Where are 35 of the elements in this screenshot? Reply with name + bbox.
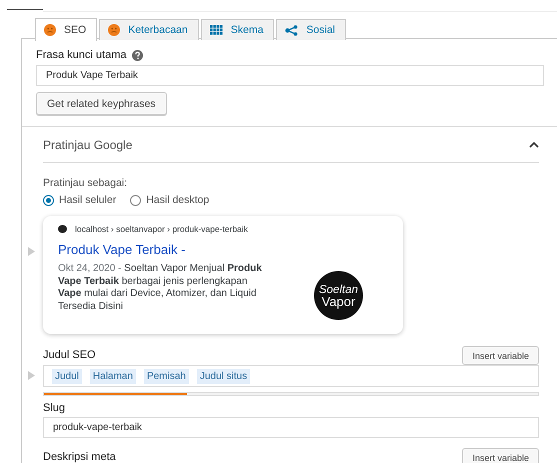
radio-label: Hasil desktop [146,194,210,206]
variable-tag: Pemisah [144,368,189,384]
result-title[interactable]: Produk Vape Terbaik - [58,242,186,257]
grid-icon [210,25,223,35]
snippet-description: Okt 24, 2020 - Soeltan Vapor Menjual Produk Vape Terbaik berbagai jenis perlengkapan Vape mulai dari Device, Atomizer, dan Liquid Tersedia Disini [58,263,262,314]
insert-variable-button[interactable]: Insert variable [462,448,539,463]
field-label: Frasa kunci utama [36,49,126,61]
section-title: Pratinjau Google [43,138,132,152]
tab[interactable]: Skema [200,19,274,40]
share-icon [285,24,298,36]
chevron-icon[interactable] [529,141,539,148]
help-icon [132,50,144,60]
insert-variable-button[interactable]: Insert variable [462,346,539,365]
variable-tag: Judul situs [196,368,250,384]
field-label: Judul SEO [43,349,96,361]
tab[interactable]: Sosial [276,19,346,40]
triangle-icon [28,371,35,380]
radio-button[interactable] [43,194,54,206]
breadcrumb: localhost › soeltanvapor › produk-vape-terbaik [75,224,248,234]
tab[interactable]: SEO [35,18,98,41]
variable-tag: Halaman [90,368,136,384]
keyphrase-field[interactable]: Produk Vape Terbaik [36,65,544,86]
seo-title-field[interactable]: Judul Halaman Pemisah Judul situs [43,365,539,387]
slug-field[interactable]: produk-vape-terbaik [43,417,539,438]
variable-tag: Judul [52,368,82,384]
preview-label: Pratinjau sebagai: [43,177,128,189]
tab[interactable]: Keterbacaan [99,19,199,40]
radio-label: Hasil seluler [59,194,116,206]
logo: Soeltan Vapor [314,271,363,320]
favicon-icon [58,225,67,233]
related-keyphrases-button[interactable]: Get related keyphrases [36,92,167,115]
field-label: Slug [43,402,66,414]
field-label: Deskripsi meta [43,451,116,463]
triangle-icon [28,247,35,256]
radio-button[interactable] [130,194,142,206]
